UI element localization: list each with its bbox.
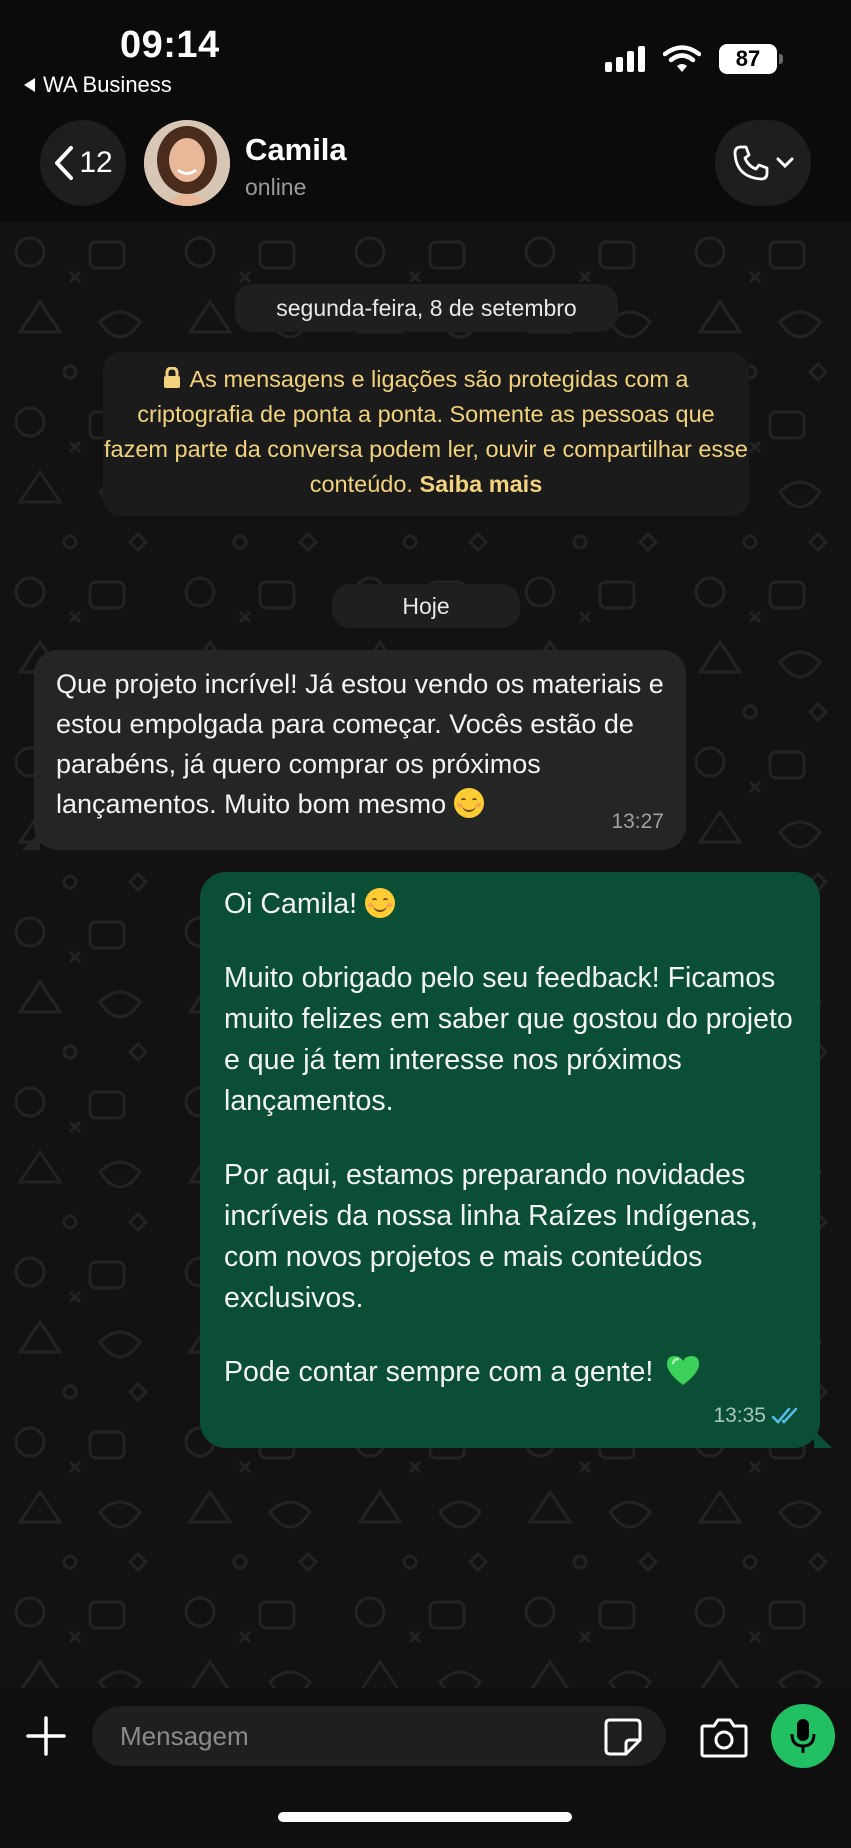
message-paragraph: Oi Camila!	[224, 884, 796, 925]
camera-icon[interactable]	[700, 1716, 748, 1758]
smiling-face-emoji	[453, 788, 484, 818]
back-app-label: WA Business	[43, 72, 172, 97]
home-indicator[interactable]	[278, 1812, 572, 1822]
message-meta: 13:35	[713, 1395, 802, 1436]
contact-avatar[interactable]	[144, 120, 230, 206]
status-icons: 87	[605, 44, 783, 74]
message-paragraph: Por aqui, estamos preparando novidades i…	[224, 1159, 758, 1314]
learn-more-link[interactable]: Saiba mais	[419, 471, 542, 497]
contact-status: online	[245, 174, 307, 200]
message-paragraph: Pode contar sempre com a gente!	[224, 1352, 796, 1393]
double-check-icon	[772, 1407, 798, 1424]
date-separator: segunda-feira, 8 de setembro	[235, 284, 618, 332]
bubble-tail	[22, 832, 40, 850]
status-time: 09:14	[120, 24, 220, 66]
unread-count: 12	[79, 146, 113, 179]
status-bar: 09:14 WA Business 87	[0, 0, 851, 110]
mic-button[interactable]	[771, 1704, 835, 1768]
today-separator: Hoje	[332, 584, 520, 628]
lock-icon	[164, 367, 181, 388]
message-time: 13:27	[611, 810, 664, 833]
chat-header: 12 Camila online	[0, 110, 851, 222]
incoming-message[interactable]: Que projeto incrível! Já estou vendo os …	[22, 650, 686, 850]
signal-icon	[605, 46, 645, 72]
outgoing-message[interactable]: Oi Camila! Muito obrigado pelo seu feedb…	[200, 872, 832, 1448]
mic-icon	[790, 1719, 816, 1753]
composer-bar	[0, 1688, 851, 1848]
bubble-tail	[814, 1430, 832, 1448]
message-text: Que projeto incrível! Já estou vendo os …	[56, 669, 664, 819]
back-chevron-icon	[55, 146, 74, 180]
message-time: 13:35	[713, 1404, 766, 1427]
back-triangle-icon	[24, 78, 35, 92]
encryption-notice[interactable]: As mensagens e ligações são protegidas c…	[103, 352, 749, 516]
sticker-icon[interactable]	[604, 1718, 642, 1756]
wifi-icon	[663, 45, 701, 72]
phone-icon	[733, 145, 769, 181]
battery-indicator: 87	[719, 44, 783, 74]
message-paragraph: Muito obrigado pelo seu feedback! Ficamo…	[224, 962, 793, 1117]
back-button[interactable]: 12	[40, 120, 126, 206]
contact-name[interactable]: Camila	[245, 132, 347, 168]
chevron-down-icon	[776, 157, 794, 169]
plus-icon[interactable]	[24, 1714, 68, 1758]
green-heart-emoji	[667, 1356, 700, 1385]
back-to-app-link[interactable]: WA Business	[24, 72, 172, 98]
smiling-face-emoji	[364, 888, 395, 918]
message-input[interactable]	[92, 1706, 666, 1766]
call-button[interactable]	[715, 120, 811, 206]
